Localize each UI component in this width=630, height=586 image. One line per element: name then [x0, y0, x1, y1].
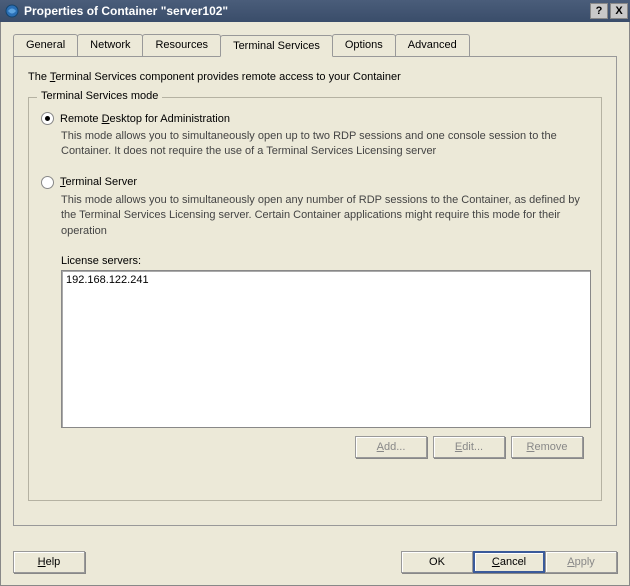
app-icon — [4, 3, 20, 19]
titlebar: Properties of Container "server102" ? X — [0, 0, 630, 22]
license-servers-list[interactable]: 192.168.122.241 — [61, 270, 591, 428]
tab-strip: General Network Resources Terminal Servi… — [13, 34, 617, 56]
radio-terminal-server-desc: This mode allows you to simultaneously o… — [61, 193, 589, 239]
radio-remote-desktop-label[interactable]: Remote Desktop for Administration — [60, 113, 230, 125]
help-icon[interactable]: ? — [590, 3, 608, 19]
tab-panel: The Terminal Services component provides… — [13, 56, 617, 526]
tab-options[interactable]: Options — [332, 34, 396, 56]
window-title: Properties of Container "server102" — [24, 4, 590, 18]
tab-terminal-services[interactable]: Terminal Services — [220, 35, 333, 57]
remove-button[interactable]: Remove — [511, 436, 583, 458]
dialog-body: General Network Resources Terminal Servi… — [0, 22, 630, 586]
license-servers-label: License servers: — [61, 255, 589, 267]
add-button[interactable]: Add... — [355, 436, 427, 458]
tab-resources[interactable]: Resources — [142, 34, 221, 56]
radio-remote-desktop-desc: This mode allows you to simultaneously o… — [61, 129, 589, 160]
tab-network[interactable]: Network — [77, 34, 143, 56]
radio-terminal-server-label[interactable]: Terminal Server — [60, 176, 137, 188]
list-item[interactable]: 192.168.122.241 — [66, 274, 586, 286]
dialog-footer: Help OK Cancel Apply — [13, 551, 617, 573]
tab-general[interactable]: General — [13, 34, 78, 56]
cancel-button[interactable]: Cancel — [473, 551, 545, 573]
radio-remote-desktop[interactable] — [41, 112, 54, 125]
apply-button[interactable]: Apply — [545, 551, 617, 573]
group-legend: Terminal Services mode — [37, 90, 162, 102]
close-icon[interactable]: X — [610, 3, 628, 19]
tab-advanced[interactable]: Advanced — [395, 34, 470, 56]
edit-button[interactable]: Edit... — [433, 436, 505, 458]
radio-terminal-server[interactable] — [41, 176, 54, 189]
terminal-services-mode-group: Terminal Services mode Remote Desktop fo… — [28, 97, 602, 501]
help-button[interactable]: Help — [13, 551, 85, 573]
intro-text: The Terminal Services component provides… — [28, 71, 602, 83]
ok-button[interactable]: OK — [401, 551, 473, 573]
